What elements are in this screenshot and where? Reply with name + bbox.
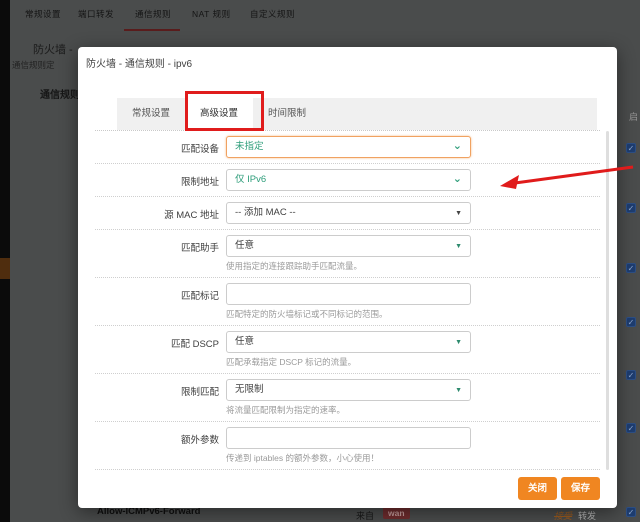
- firewall-rule-modal: 防火墙 - 通信规则 - ipv6 常规设置 高级设置 时间限制 匹配设备 未指…: [78, 47, 617, 508]
- field-description: 将流量匹配限制为指定的速率。: [226, 404, 471, 416]
- field-label: 限制匹配: [95, 379, 226, 416]
- field-row-match-helper: 匹配助手 任意 ▼ 使用指定的连接跟踪助手匹配流量。: [95, 230, 600, 278]
- section-title: 通信规则: [40, 86, 78, 101]
- match-dscp-select[interactable]: 任意 ▼: [226, 331, 471, 353]
- field-description: 使用指定的连接跟踪助手匹配流量。: [226, 260, 471, 272]
- topnav-tab-traffic-rules[interactable]: 通信规则: [135, 8, 171, 20]
- select-value: 无限制: [235, 384, 264, 395]
- rule-enabled-checkbox[interactable]: ✓: [626, 263, 636, 273]
- rule-action-strikethrough: 接受: [554, 509, 572, 522]
- field-label: 限制地址: [95, 169, 226, 191]
- field-row-extra-args: 额外参数 传递到 iptables 的额外参数，小心使用！: [95, 422, 600, 470]
- field-description: 匹配承载指定 DSCP 标记的流量。: [226, 356, 471, 368]
- caret-down-icon: ▼: [455, 332, 462, 353]
- rule-enabled-checkbox[interactable]: ✓: [626, 507, 636, 517]
- rule-enabled-checkbox[interactable]: ✓: [626, 143, 636, 153]
- field-label: 源 MAC 地址: [95, 202, 226, 224]
- chevron-down-icon: ⌄: [453, 137, 462, 155]
- topnav-tab-nat-rules[interactable]: NAT 规则: [192, 8, 231, 20]
- field-row-match-dscp: 匹配 DSCP 任意 ▼ 匹配承载指定 DSCP 标记的流量。: [95, 326, 600, 374]
- field-label: 额外参数: [95, 427, 226, 464]
- rule-enabled-checkbox[interactable]: ✓: [626, 317, 636, 327]
- chevron-down-icon: ⌄: [453, 170, 462, 188]
- sidebar-active-item: [0, 258, 10, 279]
- field-description: 传递到 iptables 的额外参数，小心使用！: [226, 452, 471, 464]
- close-button[interactable]: 关闭: [518, 477, 557, 500]
- save-button[interactable]: 保存: [561, 477, 600, 500]
- enable-column-header: 启: [629, 110, 638, 123]
- modal-buttons: 关闭 保存: [518, 477, 600, 500]
- limit-match-select[interactable]: 无限制 ▼: [226, 379, 471, 401]
- rule-enabled-checkbox[interactable]: ✓: [626, 370, 636, 380]
- topnav-tab-port-forward[interactable]: 端口转发: [78, 8, 114, 20]
- field-label: 匹配标记: [95, 283, 226, 320]
- modal-title: 防火墙 - 通信规则 - ipv6: [86, 55, 192, 70]
- caret-down-icon: ▼: [455, 380, 462, 401]
- zone-badge-wan: wan: [383, 507, 410, 519]
- select-value: 任意: [235, 336, 254, 347]
- match-helper-select[interactable]: 任意 ▼: [226, 235, 471, 257]
- field-row-source-mac: 源 MAC 地址 -- 添加 MAC -- ▼: [95, 197, 600, 230]
- field-row-limit-match: 限制匹配 无限制 ▼ 将流量匹配限制为指定的速率。: [95, 374, 600, 422]
- annotation-red-box: [185, 91, 264, 131]
- page-subtitle: 通信规则定: [12, 59, 78, 71]
- rule-enabled-checkbox[interactable]: ✓: [626, 423, 636, 433]
- field-label: 匹配助手: [95, 235, 226, 272]
- field-label: 匹配设备: [95, 136, 226, 158]
- rule-action: 转发: [578, 509, 596, 522]
- topnav-tab-custom-rules[interactable]: 自定义规则: [250, 8, 295, 20]
- field-description: 匹配特定的防火墙标记或不同标记的范围。: [226, 308, 471, 320]
- select-value: 任意: [235, 240, 254, 251]
- page-title: 防火墙 -: [33, 41, 78, 57]
- rule-enabled-checkbox[interactable]: ✓: [626, 203, 636, 213]
- topnav-tab-general[interactable]: 常规设置: [25, 8, 61, 20]
- select-value: -- 添加 MAC --: [235, 207, 296, 218]
- restrict-address-dropdown[interactable]: 仅 IPv6 ⌄: [226, 169, 471, 191]
- annotation-red-arrow-icon: [495, 158, 640, 194]
- caret-down-icon: ▼: [455, 236, 462, 257]
- match-mark-input[interactable]: [226, 283, 471, 305]
- active-tab-underline: [124, 29, 180, 31]
- match-device-dropdown[interactable]: 未指定 ⌄: [226, 136, 471, 158]
- field-row-match-mark: 匹配标记 匹配特定的防火墙标记或不同标记的范围。: [95, 278, 600, 326]
- extra-args-input[interactable]: [226, 427, 471, 449]
- rule-from-label: 来自: [356, 509, 374, 522]
- field-label: 匹配 DSCP: [95, 331, 226, 368]
- source-mac-select[interactable]: -- 添加 MAC -- ▼: [226, 202, 471, 224]
- dropdown-value: 未指定: [235, 141, 264, 152]
- sidebar-strip: [0, 0, 10, 522]
- caret-down-icon: ▼: [455, 203, 462, 224]
- dropdown-value: 仅 IPv6: [235, 174, 266, 185]
- modal-tab-general[interactable]: 常规设置: [117, 98, 185, 130]
